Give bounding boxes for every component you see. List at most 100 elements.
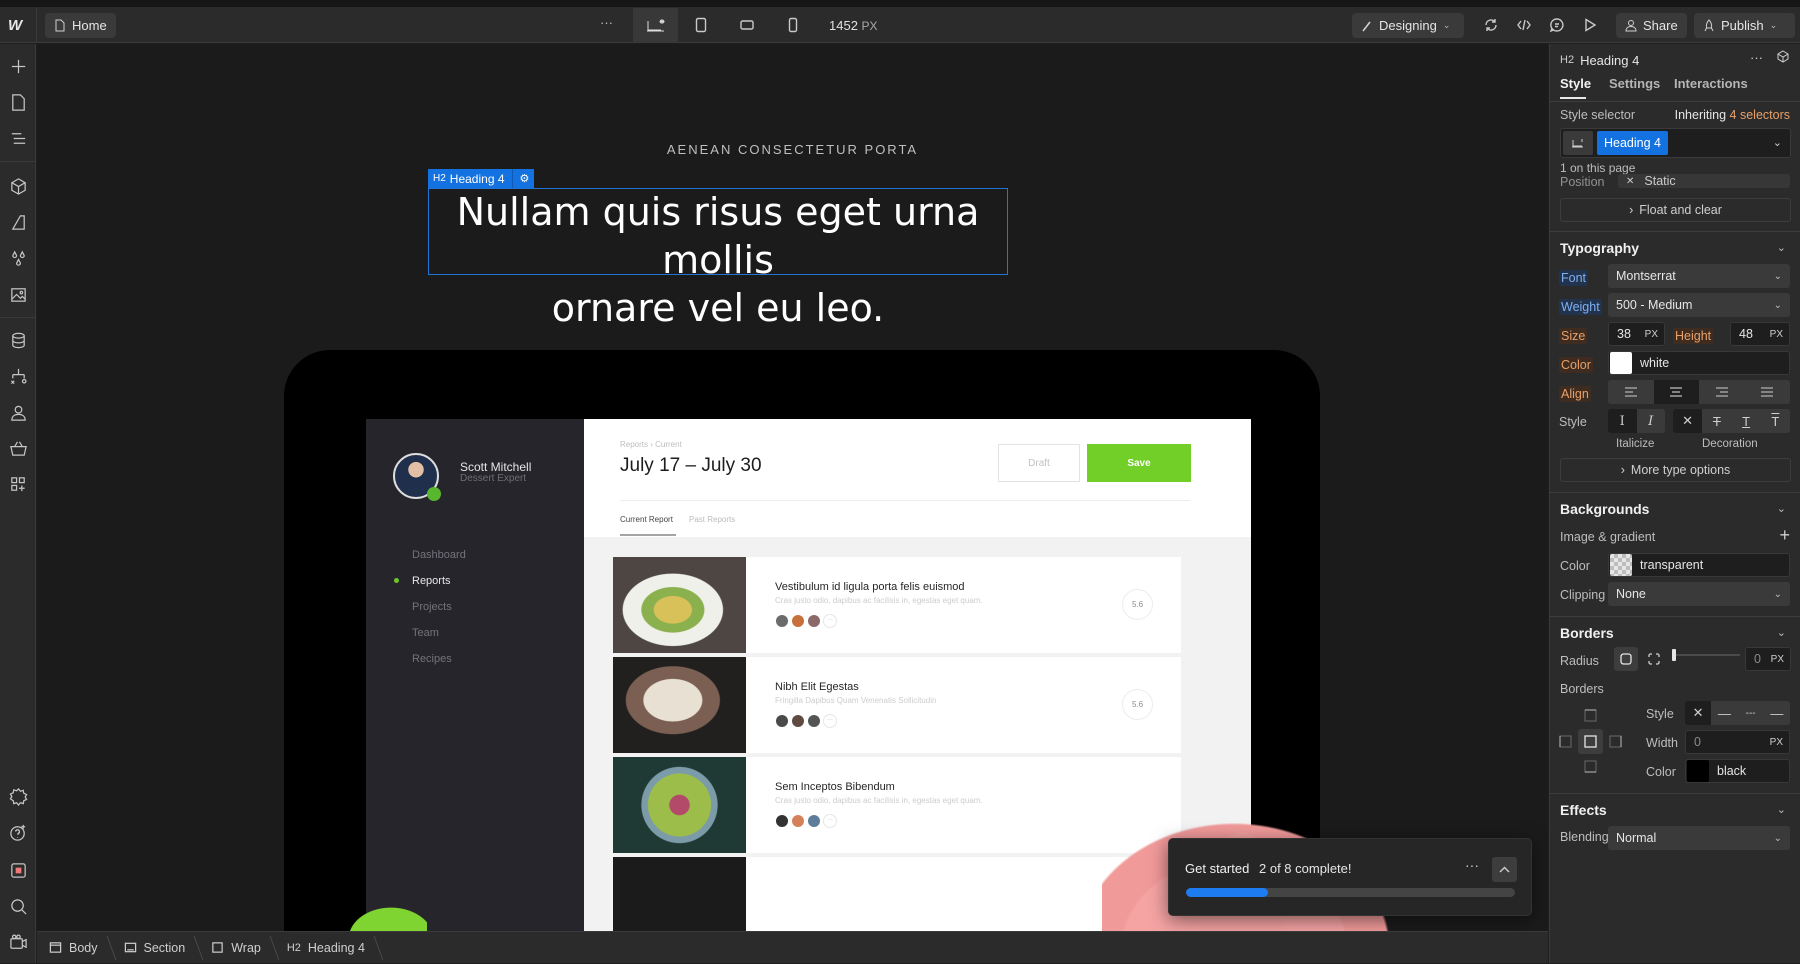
tab-settings[interactable]: Settings [1609,76,1660,91]
code-button[interactable] [1511,12,1537,38]
color-swatch[interactable] [1610,352,1632,374]
video-tutorials-button[interactable] [6,930,30,954]
align-justify-button[interactable] [1745,380,1791,404]
element-more-button[interactable]: ··· [1750,50,1763,65]
tab-style[interactable]: Style [1560,76,1591,91]
position-dropdown[interactable]: ✕ Static [1618,174,1790,188]
border-style-none-button[interactable]: ✕ [1685,701,1712,725]
align-center-button[interactable] [1653,380,1699,404]
share-button[interactable]: Share [1616,13,1687,38]
font-size-unit[interactable]: PX [1645,329,1658,340]
publish-button[interactable]: Publish ⌄ [1694,13,1795,38]
align-right-button[interactable] [1699,380,1745,404]
comments-button[interactable] [1544,12,1570,38]
get-started-collapse-button[interactable] [1492,857,1517,882]
navigator-panel-button[interactable] [6,126,30,150]
strikethrough-button[interactable]: T [1702,409,1731,433]
align-left-button[interactable] [1608,380,1654,404]
typography-section-title[interactable]: Typography [1560,240,1639,256]
line-height-unit[interactable]: PX [1770,329,1783,340]
logic-button[interactable] [6,364,30,388]
sync-button[interactable] [1478,12,1504,38]
border-top-button[interactable] [1584,709,1597,725]
selector-chip[interactable]: Heading 4 [1597,131,1668,155]
blending-dropdown[interactable]: Normal ⌄ [1608,826,1790,850]
canvas-width-readout[interactable]: 1452 PX [829,18,878,33]
settings-button[interactable] [6,784,30,808]
radius-all-corners-button[interactable] [1614,647,1638,671]
float-and-clear-toggle[interactable]: › Float and clear [1560,198,1791,222]
cms-button[interactable] [6,328,30,352]
create-component-button[interactable] [1776,50,1791,68]
mode-dropdown[interactable]: Designing ⌄ [1352,13,1464,38]
more-options-button[interactable]: ··· [600,15,613,30]
radius-unit[interactable]: PX [1771,654,1784,665]
add-panel-button[interactable] [6,54,30,78]
pages-panel-button[interactable] [6,90,30,114]
radius-individual-corners-button[interactable] [1642,647,1666,671]
apps-button[interactable] [6,472,30,496]
border-color-input[interactable]: black [1685,759,1790,783]
selected-element-tag[interactable]: H2 Heading 4 ⚙ [428,169,535,188]
chevron-down-icon[interactable]: ⌄ [1777,502,1786,515]
borders-section-title[interactable]: Borders [1560,625,1614,641]
record-button[interactable] [6,858,30,882]
color-swatch[interactable] [1687,760,1709,782]
transparent-swatch[interactable] [1610,554,1632,576]
components-panel-button[interactable] [6,174,30,198]
font-dropdown[interactable]: Montserrat ⌄ [1608,264,1790,288]
border-width-unit[interactable]: PX [1770,737,1783,748]
more-type-options-toggle[interactable]: › More type options [1560,458,1791,482]
preview-button[interactable] [1577,12,1603,38]
overline-button[interactable]: T [1761,409,1790,433]
breadcrumb-heading[interactable]: H2 Heading 4 [275,932,379,964]
no-decoration-button[interactable]: ✕ [1673,409,1703,433]
regular-style-button[interactable]: I [1608,409,1637,433]
underline-button[interactable]: T [1732,409,1761,433]
breakpoint-mobile-button[interactable] [780,12,806,38]
chevron-down-icon[interactable]: ⌄ [1773,136,1782,149]
breadcrumb-body[interactable]: Body [37,932,112,964]
breakpoint-tablet-button[interactable] [688,12,714,38]
assets-button[interactable] [6,282,30,306]
border-right-button[interactable] [1609,735,1622,751]
get-started-checklist[interactable]: Get started 2 of 8 complete! ··· [1168,838,1532,916]
element-settings-gear-icon[interactable]: ⚙ [520,172,530,185]
breakpoint-landscape-button[interactable] [734,12,760,38]
backgrounds-section-title[interactable]: Backgrounds [1560,501,1649,517]
inheriting-selectors-link[interactable]: Inheriting 4 selectors [1675,108,1790,122]
chevron-down-icon[interactable]: ⌄ [1777,626,1786,639]
get-started-more-button[interactable]: ··· [1465,857,1479,873]
border-all-button[interactable] [1578,729,1603,754]
webflow-logo-icon[interactable]: W [8,17,30,35]
variables-button[interactable] [6,246,30,270]
border-left-button[interactable] [1559,735,1572,751]
background-color-input[interactable]: transparent [1608,553,1790,577]
breadcrumb-wrap[interactable]: Wrap [199,932,275,964]
chevron-down-icon[interactable]: ⌄ [1777,803,1786,816]
search-button[interactable] [6,894,30,918]
line-height-input[interactable]: 48 PX [1730,322,1790,346]
add-background-plus-icon[interactable]: + [1779,525,1790,546]
breadcrumb-section[interactable]: Section [112,932,200,964]
radius-input[interactable]: 0 PX [1745,647,1791,671]
radius-slider-track[interactable] [1672,654,1740,656]
border-style-solid-button[interactable]: — [1711,701,1737,725]
ecommerce-button[interactable] [6,436,30,460]
style-selectors-button[interactable] [6,210,30,234]
text-color-input[interactable]: white [1608,351,1790,375]
eyebrow-text[interactable]: AENEAN CONSECTETUR PORTA [37,142,1548,157]
font-size-input[interactable]: 38 PX [1608,322,1665,346]
radius-slider-handle[interactable] [1672,649,1676,661]
border-width-input[interactable]: 0 PX [1685,730,1790,754]
chevron-down-icon[interactable]: ⌄ [1777,241,1786,254]
help-button[interactable] [6,820,30,844]
border-bottom-button[interactable] [1584,760,1597,776]
italic-style-button[interactable]: I [1637,409,1666,433]
border-style-dashed-button[interactable]: --- [1738,701,1764,725]
weight-dropdown[interactable]: 500 - Medium ⌄ [1608,293,1790,317]
breakpoint-desktop-base-button[interactable] [633,8,678,43]
tab-interactions[interactable]: Interactions [1674,76,1748,91]
style-selector-input[interactable]: Heading 4 ⌄ [1560,128,1791,158]
design-canvas[interactable]: AENEAN CONSECTETUR PORTA H2 Heading 4 ⚙ … [37,44,1548,931]
